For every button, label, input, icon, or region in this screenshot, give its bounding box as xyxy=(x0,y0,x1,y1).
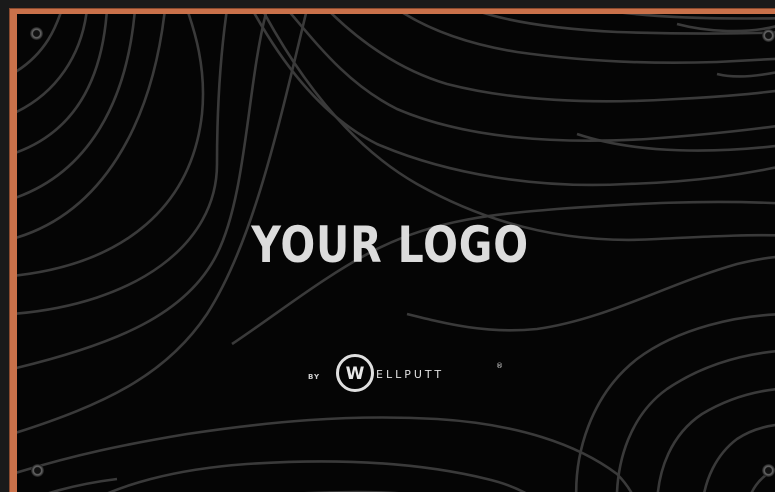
wellputt-logo-icon: W xyxy=(336,354,374,392)
putting-mat-preview: YOUR LOGO BY W ELLPUTT ® xyxy=(0,0,775,492)
registered-mark: ® xyxy=(496,362,503,370)
brand-w-letter: W xyxy=(345,364,365,384)
logo-placeholder-title: YOUR LOGO xyxy=(251,216,529,274)
brand-by-label: BY xyxy=(308,373,321,381)
grommet-icon xyxy=(762,464,775,477)
grommet-icon xyxy=(31,464,44,477)
grommet-icon xyxy=(762,29,775,42)
wellputt-brand: BY W ELLPUTT ® xyxy=(308,354,518,398)
grommet-icon xyxy=(30,27,43,40)
brand-name: ELLPUTT xyxy=(376,368,445,381)
